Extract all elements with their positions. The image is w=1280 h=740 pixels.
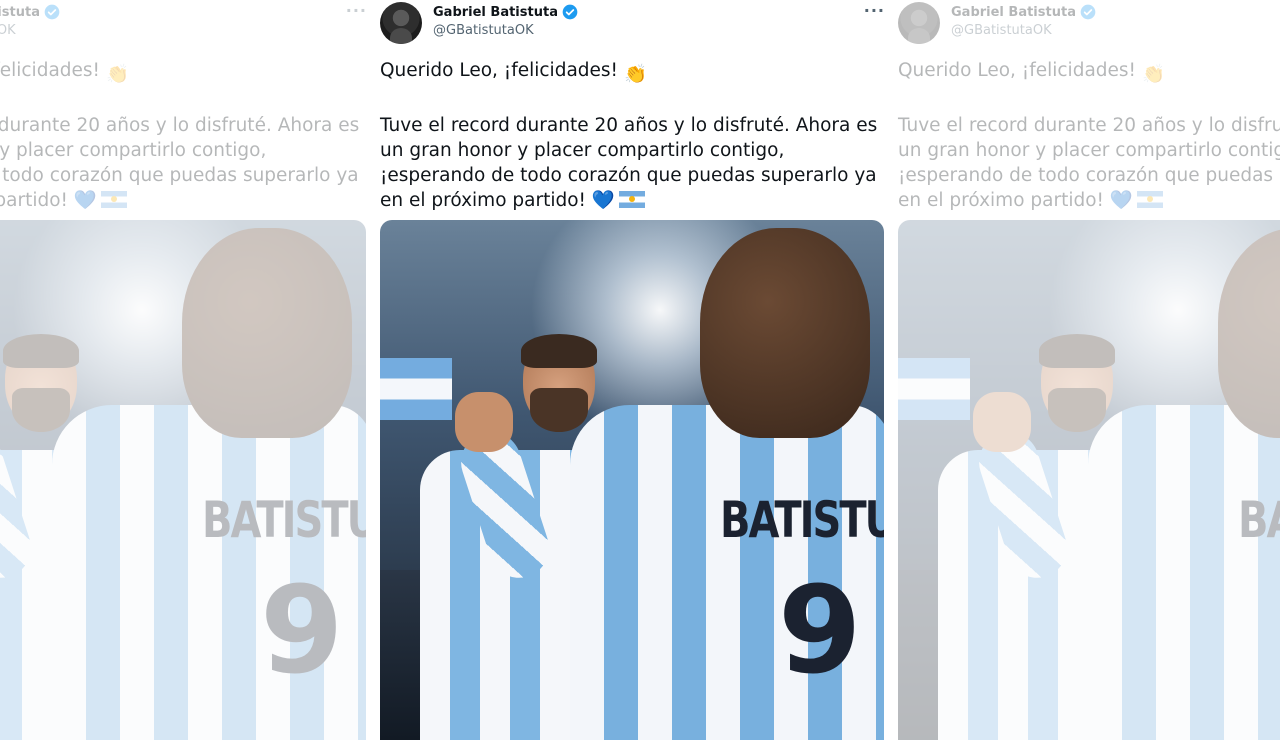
tweet-mirror-right: Gabriel Batistuta @GBatistutaOK ··· Quer… [518, 0, 1280, 740]
tweet-photo: BATISTUTA 9 [898, 220, 1280, 740]
author-name: Gabriel Batistuta [951, 4, 1076, 20]
author-handle: @GBatistutaOK [951, 23, 1052, 38]
verified-icon [1080, 4, 1096, 20]
avatar [898, 2, 940, 44]
tweet-paragraph-1: Querido Leo, ¡felicidades! [898, 60, 1136, 81]
tweet-text: Querido Leo, ¡felicidades!👏 Tuve el reco… [898, 58, 1280, 239]
tweet-paragraph-2: Tuve el record durante 20 años y lo disf… [898, 115, 1280, 211]
blue-heart-icon: 💙 [1109, 190, 1133, 211]
jersey-name: BATISTUTA [1238, 492, 1280, 550]
tweet: Gabriel Batistuta @GBatistutaOK ··· Quer… [0, 0, 884, 740]
avatar[interactable] [380, 2, 422, 44]
argentina-flag-icon [1136, 191, 1163, 208]
clap-emoji-icon: 👏 [1141, 64, 1166, 85]
